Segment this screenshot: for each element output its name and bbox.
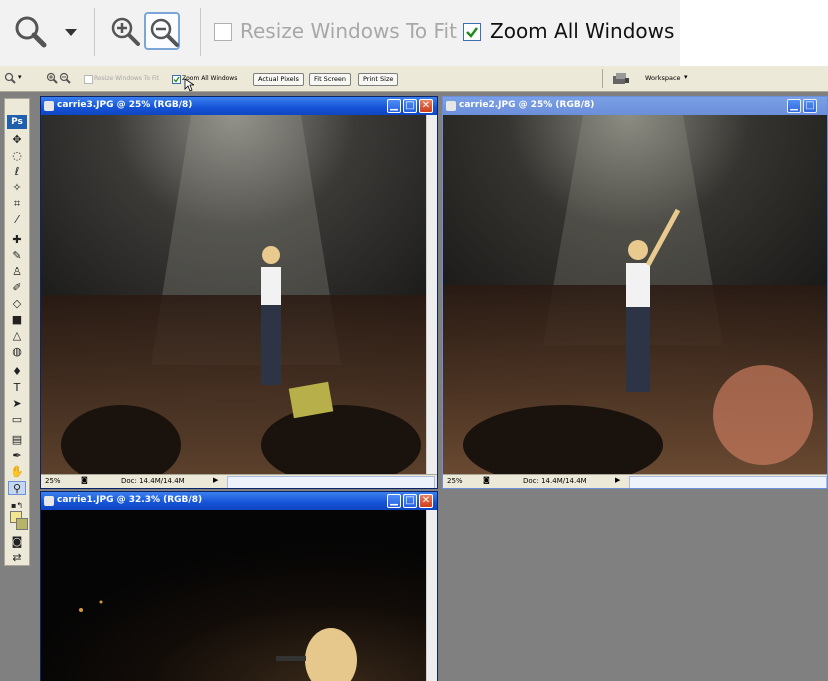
jump-to-imageready-icon[interactable]: ⇄	[8, 551, 26, 565]
horizontal-scrollbar[interactable]	[629, 476, 827, 488]
separator	[602, 69, 603, 88]
checkmark-icon	[173, 76, 180, 83]
shape-tool-icon[interactable]: ▭	[8, 413, 26, 427]
gradient-tool-icon[interactable]: ■	[8, 313, 26, 327]
status-bar: 25% ◙ Doc: 14.4M/14.4M ▶	[443, 474, 827, 488]
zoom-level[interactable]: 25%	[45, 477, 61, 485]
history-brush-tool-icon[interactable]: ✐	[8, 281, 26, 295]
separator	[200, 8, 201, 56]
hand-tool-icon[interactable]: ✋	[8, 465, 26, 479]
print-size-button[interactable]: Print Size	[358, 73, 399, 86]
clone-stamp-tool-icon[interactable]: ♙	[8, 265, 26, 279]
maximize-button[interactable]: □	[403, 494, 417, 508]
title-bar[interactable]: carrie2.JPG @ 25% (RGB/8) ▁ □	[443, 97, 827, 115]
toolbox: Ps ✥ ◌ ℓ ✧ ⌗ ⁄ ✚ ✎ ♙ ✐ ◇ ■ △ ◍ ♦ T ➤ ▭ ▤…	[4, 98, 30, 566]
photoshop-logo: Ps	[7, 115, 27, 129]
title-bar[interactable]: carrie3.JPG @ 25% (RGB/8) ▁ □ ✕	[41, 97, 437, 115]
notes-tool-icon[interactable]: ▤	[8, 433, 26, 447]
concert-photo	[443, 115, 827, 475]
eraser-tool-icon[interactable]: ◇	[8, 297, 26, 311]
resize-windows-label: Resize Windows To Fit	[240, 19, 457, 43]
quick-mask-icon[interactable]: ◙	[8, 535, 26, 549]
fit-screen-button[interactable]: Fit Screen	[309, 73, 352, 86]
pen-tool-icon[interactable]: ♦	[8, 365, 26, 379]
healing-brush-tool-icon[interactable]: ✚	[8, 233, 26, 247]
photoshop-workspace: ▾ Resize Windows To Fit Zoom All Windows…	[0, 66, 828, 681]
zoomed-options-bar: Resize Windows To Fit Zoom All Windows	[0, 0, 680, 67]
document-window-carrie1[interactable]: carrie1.JPG @ 32.3% (RGB/8) ▁ □ ✕	[40, 491, 438, 681]
tool-preset-dropdown-icon[interactable]	[64, 28, 78, 38]
zoom-tool-active-icon[interactable]: ⚲	[8, 481, 26, 495]
zoom-tool-icon[interactable]	[4, 72, 16, 84]
crop-tool-icon[interactable]: ⌗	[8, 197, 26, 211]
separator	[94, 8, 95, 56]
window-title: carrie2.JPG @ 25% (RGB/8)	[459, 100, 595, 110]
tool-preset-dropdown-icon[interactable]: ▾	[18, 73, 22, 81]
mouse-cursor-icon	[184, 78, 194, 92]
zoom-tool-icon[interactable]	[10, 12, 50, 52]
title-bar[interactable]: carrie1.JPG @ 32.3% (RGB/8) ▁ □ ✕	[41, 492, 437, 510]
minimize-button[interactable]: ▁	[387, 494, 401, 508]
doc-size: Doc: 14.4M/14.4M	[523, 477, 587, 485]
blur-tool-icon[interactable]: △	[8, 329, 26, 343]
window-title: carrie3.JPG @ 25% (RGB/8)	[57, 100, 193, 110]
chevron-down-icon[interactable]: ▾	[684, 73, 688, 81]
dodge-tool-icon[interactable]: ◍	[8, 345, 26, 359]
close-button[interactable]: ✕	[419, 494, 433, 508]
minimize-button[interactable]: ▁	[787, 99, 801, 113]
image-canvas[interactable]	[41, 115, 427, 475]
move-tool-icon[interactable]: ✥	[8, 133, 26, 147]
vertical-scrollbar[interactable]	[426, 510, 437, 681]
document-window-carrie3[interactable]: carrie3.JPG @ 25% (RGB/8) ▁ □ ✕ 25% ◙ Do…	[40, 96, 438, 489]
document-window-carrie2[interactable]: carrie2.JPG @ 25% (RGB/8) ▁ □ 25% ◙ Doc:…	[442, 96, 828, 489]
slice-tool-icon[interactable]: ⁄	[8, 213, 26, 227]
resize-windows-checkbox[interactable]	[84, 75, 93, 84]
checkmark-icon	[466, 27, 478, 38]
close-button[interactable]: ✕	[419, 99, 433, 113]
maximize-button[interactable]: □	[403, 99, 417, 113]
document-icon	[446, 101, 456, 111]
zoom-all-windows-checkbox[interactable]	[172, 75, 181, 84]
zoom-in-icon[interactable]	[108, 14, 142, 48]
maximize-button[interactable]: □	[803, 99, 817, 113]
vertical-scrollbar[interactable]	[426, 115, 437, 475]
zoom-all-windows-checkbox[interactable]	[463, 23, 481, 41]
doc-size: Doc: 14.4M/14.4M	[121, 477, 185, 485]
resize-windows-label: Resize Windows To Fit	[94, 75, 160, 82]
image-canvas[interactable]	[41, 510, 427, 681]
concert-photo	[41, 510, 427, 681]
background-color-swatch[interactable]	[16, 518, 28, 530]
zoom-out-icon	[150, 18, 179, 47]
file-browser-icon[interactable]	[612, 72, 630, 85]
zoom-in-icon[interactable]	[46, 72, 58, 84]
marquee-tool-icon[interactable]: ◌	[8, 149, 26, 163]
eyedropper-tool-icon[interactable]: ✒	[8, 449, 26, 463]
actual-pixels-button[interactable]: Actual Pixels	[253, 73, 304, 86]
zoom-out-icon[interactable]	[59, 72, 71, 84]
zoom-level[interactable]: 25%	[447, 477, 463, 485]
workspace-menu[interactable]: Workspace	[645, 74, 681, 82]
status-icon[interactable]: ◙	[483, 476, 490, 484]
zoom-out-button[interactable]	[144, 12, 180, 50]
image-canvas[interactable]	[443, 115, 827, 475]
resize-windows-checkbox[interactable]	[214, 23, 232, 41]
window-title: carrie1.JPG @ 32.3% (RGB/8)	[57, 495, 203, 505]
document-icon	[44, 101, 54, 111]
magic-wand-tool-icon[interactable]: ✧	[8, 181, 26, 195]
status-menu-arrow-icon[interactable]: ▶	[615, 476, 620, 484]
status-menu-arrow-icon[interactable]: ▶	[213, 476, 218, 484]
concert-photo	[41, 115, 427, 475]
options-bar: ▾ Resize Windows To Fit Zoom All Windows…	[0, 66, 828, 92]
status-icon[interactable]: ◙	[81, 476, 88, 484]
status-bar: 25% ◙ Doc: 14.4M/14.4M ▶	[41, 474, 437, 488]
path-selection-tool-icon[interactable]: ➤	[8, 397, 26, 411]
document-icon	[44, 496, 54, 506]
brush-tool-icon[interactable]: ✎	[8, 249, 26, 263]
minimize-button[interactable]: ▁	[387, 99, 401, 113]
type-tool-icon[interactable]: T	[8, 381, 26, 395]
lasso-tool-icon[interactable]: ℓ	[8, 165, 26, 179]
zoom-all-windows-label: Zoom All Windows	[490, 19, 675, 43]
horizontal-scrollbar[interactable]	[227, 476, 435, 488]
